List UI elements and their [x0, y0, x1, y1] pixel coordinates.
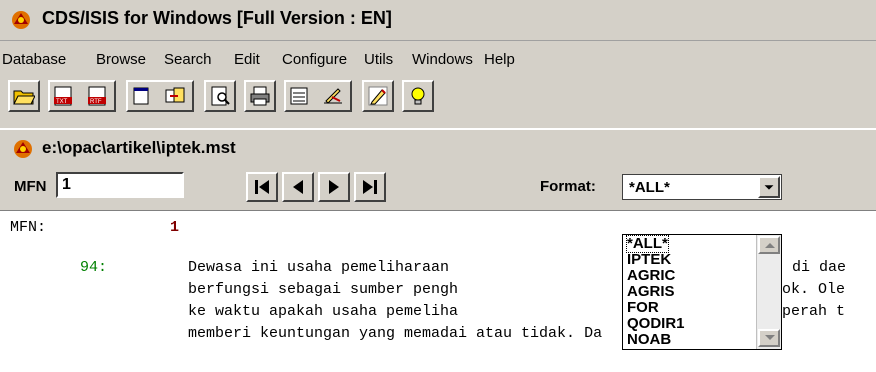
- menu-bar: Database Browse Search Edit Configure Ut…: [0, 41, 876, 73]
- menu-utils[interactable]: Utils: [364, 51, 393, 68]
- format-option[interactable]: NOAB: [627, 332, 671, 348]
- first-record-button[interactable]: [246, 172, 278, 202]
- format-option[interactable]: *ALL*: [626, 235, 669, 253]
- app-title-bar: CDS/ISIS for Windows [Full Version : EN]: [0, 0, 876, 41]
- record-line-end: ok. Ole: [782, 281, 846, 298]
- rtf-icon[interactable]: RTF: [86, 85, 108, 107]
- chevron-down-icon: [764, 185, 774, 190]
- previous-record-icon: [293, 180, 303, 194]
- scroll-up-button[interactable]: [758, 236, 780, 254]
- scroll-down-button[interactable]: [758, 329, 780, 347]
- previous-record-button[interactable]: [282, 172, 314, 202]
- record-line: berfungsi sebagai sumber pengh: [188, 281, 459, 298]
- format-selected-value: *ALL*: [629, 179, 670, 196]
- last-record-icon: [363, 180, 377, 194]
- database-window-icon: [14, 140, 32, 158]
- browse-window-icon[interactable]: [130, 85, 152, 107]
- txt-icon[interactable]: TXT: [52, 85, 74, 107]
- record-mfn-label: MFN:: [10, 219, 47, 236]
- print-icon: [250, 86, 270, 106]
- mfn-input[interactable]: 1: [56, 172, 184, 198]
- mfn-label: MFN: [14, 178, 47, 195]
- copy-records-icon[interactable]: [164, 85, 186, 107]
- document-title-bar: e:\opac\artikel\iptek.mst: [0, 128, 876, 166]
- dropdown-scrollbar[interactable]: [756, 235, 781, 349]
- menu-database[interactable]: Database: [2, 51, 66, 68]
- worksheet-edit-icon[interactable]: [322, 85, 344, 107]
- menu-browse[interactable]: Browse: [96, 51, 146, 68]
- scroll-down-icon: [765, 335, 775, 340]
- format-dropdown-button[interactable]: [758, 176, 780, 198]
- edit-button-group: [284, 80, 352, 112]
- cds-isis-app-icon: [12, 11, 30, 29]
- edit-record-button[interactable]: [362, 80, 394, 112]
- svg-text:TXT: TXT: [56, 99, 68, 105]
- format-option[interactable]: AGRIS: [627, 284, 675, 300]
- app-title: CDS/ISIS for Windows [Full Version : EN]: [42, 8, 392, 28]
- menu-configure[interactable]: Configure: [282, 51, 347, 68]
- help-tips-button[interactable]: [402, 80, 434, 112]
- record-line-end: perah t: [782, 303, 846, 320]
- lightbulb-icon: [411, 87, 425, 105]
- open-database-button[interactable]: [8, 80, 40, 112]
- print-preview-button[interactable]: [204, 80, 236, 112]
- format-select[interactable]: *ALL*: [622, 174, 782, 200]
- menu-edit[interactable]: Edit: [234, 51, 260, 68]
- format-option[interactable]: AGRIC: [627, 268, 675, 284]
- last-record-button[interactable]: [354, 172, 386, 202]
- format-dropdown-list: *ALL* IPTEK AGRIC AGRIS FOR QODIR1 NOAB: [622, 234, 782, 350]
- open-folder-icon: [13, 90, 35, 105]
- format-option[interactable]: QODIR1: [627, 316, 685, 332]
- record-line: Dewasa ini usaha pemeliharaan: [188, 259, 450, 276]
- record-line: memberi keuntungan yang memadai atau tid…: [188, 325, 603, 342]
- print-preview-icon: [211, 86, 230, 106]
- next-record-button[interactable]: [318, 172, 350, 202]
- menu-help[interactable]: Help: [484, 51, 515, 68]
- format-option[interactable]: IPTEK: [627, 252, 671, 268]
- first-record-icon: [255, 180, 269, 194]
- field-tag: 94:: [80, 259, 108, 276]
- export-button-group: TXT RTF: [48, 80, 116, 112]
- record-navigation-bar: MFN 1 Format: *ALL*: [0, 166, 876, 210]
- record-line-end: di dae: [792, 259, 847, 276]
- record-mfn-number: 1: [170, 219, 180, 236]
- form-icon[interactable]: [288, 85, 310, 107]
- format-label: Format:: [540, 178, 596, 195]
- browse-button-group: [126, 80, 194, 112]
- menu-windows[interactable]: Windows: [412, 51, 473, 68]
- pencil-icon: [368, 86, 388, 106]
- scroll-up-icon: [765, 243, 775, 248]
- svg-text:RTF: RTF: [90, 99, 102, 105]
- toolbar: TXT RTF: [0, 74, 876, 126]
- next-record-icon: [329, 180, 339, 194]
- print-button[interactable]: [244, 80, 276, 112]
- format-option[interactable]: FOR: [627, 300, 659, 316]
- menu-search[interactable]: Search: [164, 51, 212, 68]
- record-line: ke waktu apakah usaha pemeliha: [188, 303, 459, 320]
- document-path: e:\opac\artikel\iptek.mst: [42, 138, 236, 157]
